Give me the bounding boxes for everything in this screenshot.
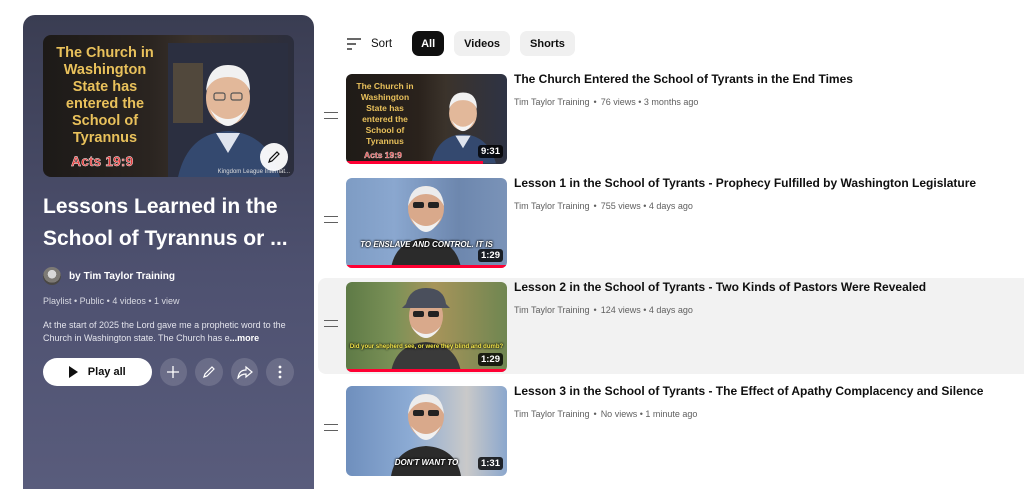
video-thumbnail[interactable]: The Church in Washington State has enter… [346,74,507,164]
more-actions-button[interactable] [266,358,295,386]
video-stats: 76 views • 3 months ago [600,97,699,107]
playlist-video-row[interactable]: TO ENSLAVE AND CONTROL. IT IS 1:29 Lesso… [318,174,1024,270]
watch-progress-bar [346,369,507,372]
playlist-video-row[interactable]: DON'T WANT TO 1:31 Lesson 3 in the Schoo… [318,382,1024,478]
playlist-thumbnail[interactable]: The Church in Washington State has enter… [43,35,294,177]
owner-prefix: by [69,270,81,282]
edit-playlist-button[interactable] [195,358,223,386]
watch-progress-bar [346,161,483,164]
video-thumbnail[interactable]: TO ENSLAVE AND CONTROL. IT IS 1:29 [346,178,507,268]
more-vert-icon [278,365,282,379]
video-stats: 755 views • 4 days ago [600,201,693,211]
share-button[interactable] [230,358,259,386]
playlist-video-row[interactable]: The Church in Washington State has enter… [318,70,1024,166]
video-meta: Tim Taylor Training • 755 views • 4 days a… [514,201,693,211]
thumbnail-headline: The Church in Washington State has enter… [56,45,154,146]
chip-all[interactable]: All [412,31,445,56]
presenter-image [391,186,461,268]
watch-progress-bar [346,265,507,268]
playlist-title[interactable]: Lessons Learned in the School of Tyrannu… [43,191,294,255]
playlist-description[interactable]: At the start of 2025 the Lord gave me a … [43,319,297,345]
drag-handle-icon[interactable] [324,216,338,223]
chip-videos[interactable]: Videos [454,31,511,56]
thumbnail-headline: The Church in Washington State has enter… [356,81,414,146]
video-thumbnail[interactable]: DON'T WANT TO 1:31 [346,386,507,476]
video-duration: 1:31 [477,457,503,470]
video-channel[interactable]: Tim Taylor Training [514,201,590,211]
owner-avatar[interactable] [43,267,61,285]
playlist-meta: Playlist • Public • 4 videos • 1 view [43,296,180,306]
thumbnail-verse: Acts 19:9 [364,150,402,160]
video-stats: No views • 1 minute ago [600,409,698,419]
drag-handle-icon[interactable] [324,320,338,327]
more-link[interactable]: ...more [230,333,260,343]
video-duration: 1:29 [477,353,503,366]
pencil-icon [268,151,280,163]
play-all-button[interactable]: Play all [43,358,152,386]
video-title[interactable]: The Church Entered the School of Tyrants… [514,72,853,86]
play-all-label: Play all [87,366,126,378]
video-meta: Tim Taylor Training • 124 views • 4 days a… [514,305,693,315]
thumbnail-caption: TO ENSLAVE AND CONTROL. IT IS [360,240,493,249]
owner-name[interactable]: Tim Taylor Training [84,271,175,282]
video-channel[interactable]: Tim Taylor Training [514,305,590,315]
video-meta: Tim Taylor Training • 76 views • 3 months … [514,97,699,107]
video-thumbnail[interactable]: Did your shepherd see, or were they blin… [346,282,507,372]
share-icon [236,365,253,379]
video-title[interactable]: Lesson 3 in the School of Tyrants - The … [514,384,983,398]
presenter-image [391,288,461,372]
add-button[interactable] [159,358,188,386]
filter-bar: Sort All Videos Shorts [346,31,585,56]
edit-thumbnail-button[interactable] [260,143,288,171]
thumbnail-caption: Did your shepherd see, or were they blin… [349,344,504,350]
pencil-icon [203,366,215,378]
video-channel[interactable]: Tim Taylor Training [514,409,590,419]
video-title[interactable]: Lesson 2 in the School of Tyrants - Two … [514,280,926,294]
sort-icon [347,37,361,50]
sort-label: Sort [371,37,393,50]
playlist-header-panel: The Church in Washington State has enter… [23,15,314,489]
sort-button[interactable]: Sort [346,38,392,50]
playlist-title-line2: School of Tyrannus or ... [43,227,288,250]
drag-handle-icon[interactable] [324,112,338,119]
chip-shorts[interactable]: Shorts [520,31,575,56]
playlist-video-row[interactable]: Did your shepherd see, or were they blin… [318,278,1024,374]
video-channel[interactable]: Tim Taylor Training [514,97,590,107]
playlist-title-line1: Lessons Learned in the [43,195,278,218]
video-duration: 1:29 [477,249,503,262]
video-title[interactable]: Lesson 1 in the School of Tyrants - Prop… [514,176,976,190]
video-stats: 124 views • 4 days ago [600,305,693,315]
playlist-owner[interactable]: by Tim Taylor Training [43,267,294,285]
playlist-actions: Play all [43,358,295,386]
video-duration: 9:31 [477,145,503,158]
thumbnail-verse: Acts 19:9 [71,153,134,169]
video-meta: Tim Taylor Training • No views • 1 minute … [514,409,698,419]
drag-handle-icon[interactable] [324,424,338,431]
plus-icon [167,366,180,378]
play-icon [68,366,78,378]
